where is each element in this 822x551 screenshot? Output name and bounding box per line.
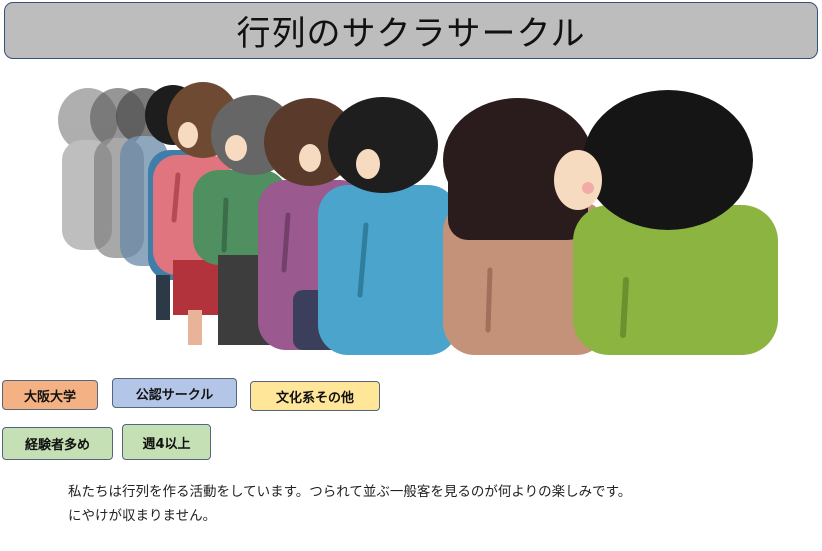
description-line-2: にやけが収まりません。: [68, 508, 217, 524]
title-banner: 行列のサクラサークル: [4, 2, 818, 59]
person-green-front: [554, 90, 778, 355]
tag-weekly-4plus[interactable]: 週4以上: [122, 424, 211, 460]
description-text: 私たちは行列を作る活動をしています。つられて並ぶ一般客を見るのが何よりの楽しみで…: [68, 480, 788, 528]
person-blue: [318, 97, 458, 355]
queue-illustration: [58, 82, 778, 355]
page-title: 行列のサクラサークル: [236, 14, 586, 54]
tag-experienced-majority[interactable]: 経験者多め: [2, 427, 113, 460]
description-line-1: 私たちは行列を作る活動をしています。つられて並ぶ一般客を見るのが何よりの楽しみで…: [68, 484, 632, 500]
tag-osaka-university[interactable]: 大阪大学: [2, 380, 98, 410]
tag-culture-other[interactable]: 文化系その他: [250, 381, 380, 411]
tag-official-circle[interactable]: 公認サークル: [112, 378, 237, 408]
